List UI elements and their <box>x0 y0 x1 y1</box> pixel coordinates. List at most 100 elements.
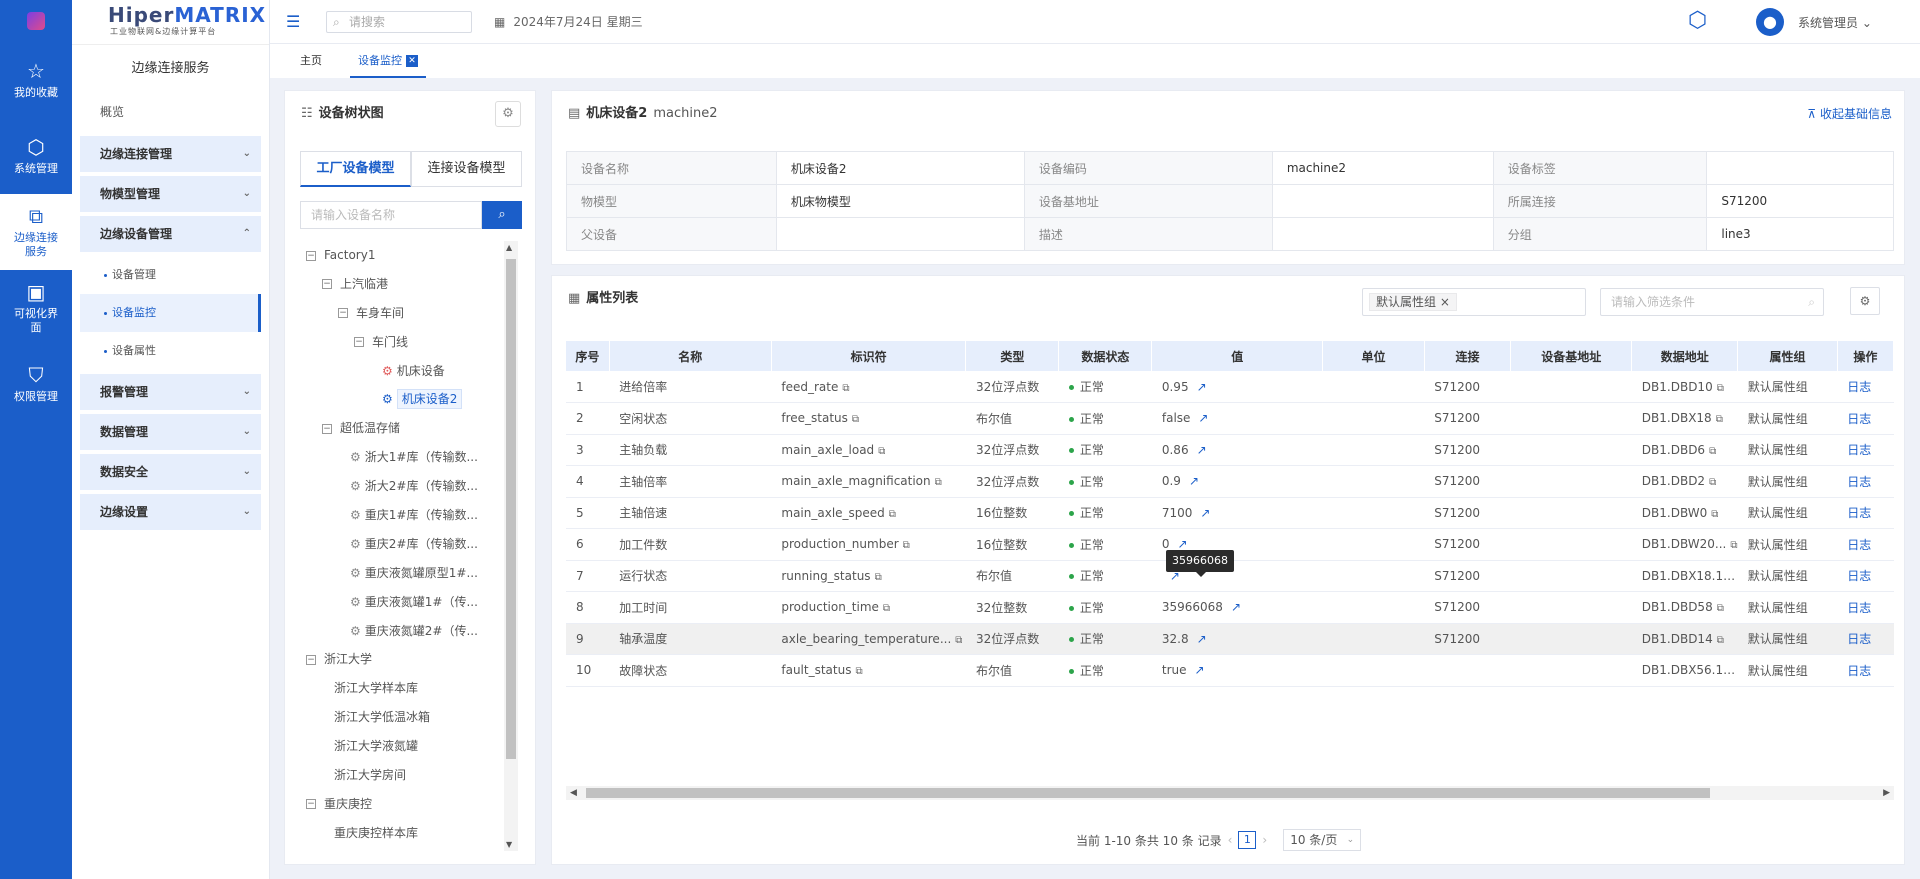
collapse-toggle-icon[interactable]: − <box>322 279 332 290</box>
cell-text[interactable]: 日志 <box>1847 443 1871 457</box>
trend-chart-icon[interactable]: ↗ <box>1197 380 1207 394</box>
trend-chart-icon[interactable]: ↗ <box>1197 632 1207 646</box>
tab-home[interactable]: 主页 <box>300 44 322 78</box>
cell-text[interactable]: 日志 <box>1847 601 1871 615</box>
copy-icon[interactable]: ⧉ <box>855 666 862 677</box>
copy-icon[interactable]: ⧉ <box>1717 635 1724 646</box>
copy-icon[interactable]: ⧉ <box>1730 540 1737 551</box>
cell-op[interactable]: 日志 <box>1837 465 1894 498</box>
column-header[interactable]: 单位 <box>1322 341 1425 371</box>
table-row[interactable]: 3 主轴负载 main_axle_load ⧉ 32位浮点数 正常 0.86 ↗ S71200 D… <box>566 434 1894 466</box>
scrollbar-thumb[interactable] <box>586 788 1710 798</box>
rail-item-edge-connect[interactable]: ⧉ 边缘连接服务 <box>0 194 72 270</box>
cell-op[interactable]: 日志 <box>1837 497 1894 529</box>
app-logo[interactable] <box>0 0 72 42</box>
rail-item-permission[interactable]: ⛉ 权限管理 <box>0 346 72 422</box>
scroll-up-icon[interactable]: ▲ <box>506 243 512 252</box>
page-size-select[interactable]: 10 条/页 ⌄ <box>1283 829 1362 851</box>
user-menu[interactable]: 系统管理员 ⌄ <box>1798 14 1872 31</box>
column-header[interactable]: 数据状态 <box>1058 341 1153 371</box>
tree-node[interactable]: − 车门线 <box>300 328 512 357</box>
rail-item-favorites[interactable]: ☆ 我的收藏 <box>0 42 72 118</box>
cell-op[interactable]: 日志 <box>1837 623 1894 655</box>
tree-node[interactable]: 重庆庚控样本库 <box>300 819 512 848</box>
tree-node[interactable]: ⚙ 重庆液氮罐2#（传... <box>300 617 512 646</box>
tab-factory-model[interactable]: 工厂设备模型 <box>300 151 411 187</box>
cell-op[interactable]: 日志 <box>1837 402 1894 435</box>
copy-icon[interactable]: ⧉ <box>1711 509 1718 520</box>
menu-group-edge-connection[interactable]: 边缘连接管理 ⌄ <box>80 136 261 172</box>
trend-chart-icon[interactable]: ↗ <box>1189 474 1199 488</box>
column-header[interactable]: 属性组 <box>1737 341 1838 371</box>
copy-icon[interactable]: ⧉ <box>1709 477 1716 488</box>
tree-node[interactable]: 浙江大学房间 <box>300 761 512 790</box>
copy-icon[interactable]: ⧉ <box>1709 446 1716 457</box>
column-header[interactable]: 连接 <box>1424 341 1512 371</box>
column-header[interactable]: 数据地址 <box>1631 341 1739 371</box>
collapse-toggle-icon[interactable]: − <box>306 654 316 665</box>
cell-text[interactable]: 日志 <box>1847 664 1871 678</box>
copy-icon[interactable]: ⧉ <box>875 572 882 583</box>
column-settings-button[interactable]: ⚙ <box>1850 287 1880 315</box>
copy-icon[interactable]: ⧉ <box>889 509 896 520</box>
copy-icon[interactable]: ⧉ <box>955 635 962 646</box>
menu-group-edge-settings[interactable]: 边缘设置 ⌄ <box>80 494 261 530</box>
cell-text[interactable]: 日志 <box>1847 538 1871 552</box>
cell-text[interactable]: 日志 <box>1847 412 1871 426</box>
copy-icon[interactable]: ⧉ <box>1716 414 1723 425</box>
table-row[interactable]: 2 空闲状态 free_status ⧉ 布尔值 正常 false ↗ S71200 DB1.DB… <box>566 402 1894 435</box>
scrollbar-thumb[interactable] <box>506 259 516 759</box>
trend-chart-icon[interactable]: ↗ <box>1197 443 1207 457</box>
avatar[interactable]: ● <box>1756 8 1784 36</box>
help-icon[interactable]: ⬡ <box>1688 8 1707 33</box>
tree-node[interactable]: 浙江大学低温冰箱 <box>300 703 512 732</box>
tree-node[interactable]: 浙江大学样本库 <box>300 674 512 703</box>
table-hscrollbar[interactable]: ◀ ▶ <box>566 786 1894 800</box>
menu-group-edge-device[interactable]: 边缘设备管理 ⌃ <box>80 216 261 252</box>
copy-icon[interactable]: ⧉ <box>1717 603 1724 614</box>
tree-scrollbar[interactable]: ▲ ▼ <box>504 241 518 851</box>
column-header[interactable]: 序号 <box>566 341 610 371</box>
tree-node[interactable]: − 重庆庚控 <box>300 790 512 819</box>
scroll-down-icon[interactable]: ▼ <box>506 840 512 849</box>
tree-node[interactable]: ⚙ 重庆液氮罐1#（传... <box>300 588 512 617</box>
menu-item-device-manage[interactable]: 设备管理 <box>72 256 269 294</box>
collapse-toggle-icon[interactable]: − <box>338 308 348 319</box>
menu-item-device-attr[interactable]: 设备属性 <box>72 332 269 370</box>
tree-node[interactable]: ⚙ 重庆2#库（传输数... <box>300 530 512 559</box>
copy-icon[interactable]: ⧉ <box>852 414 859 425</box>
trend-chart-icon[interactable]: ↗ <box>1231 600 1241 614</box>
scroll-right-icon[interactable]: ▶ <box>1883 786 1890 800</box>
tree-node[interactable]: ⚙ 机床设备 <box>300 357 512 386</box>
cell-text[interactable]: 日志 <box>1847 632 1871 646</box>
rail-item-visual[interactable]: ▣ 可视化界面 <box>0 270 72 346</box>
cell-op[interactable]: 日志 <box>1837 591 1894 624</box>
page-1[interactable]: 1 <box>1238 831 1257 849</box>
menu-group-security[interactable]: 数据安全 ⌄ <box>80 454 261 490</box>
cell-op[interactable]: 日志 <box>1837 528 1894 561</box>
table-row[interactable]: 10 故障状态 fault_status ⧉ 布尔值 正常 true ↗ DB1.DBX56.1… <box>566 654 1894 687</box>
tree-node[interactable]: − 上汽临港 <box>300 270 512 299</box>
tree-node[interactable]: ⚙ 浙大2#库（传输数... <box>300 472 512 501</box>
trend-chart-icon[interactable]: ↗ <box>1195 663 1205 677</box>
header-search-input[interactable]: ⌕ 请搜索 <box>326 11 472 33</box>
column-header[interactable]: 名称 <box>609 341 772 371</box>
cell-text[interactable]: 日志 <box>1847 380 1871 394</box>
copy-icon[interactable]: ⧉ <box>878 446 885 457</box>
cell-op[interactable]: 日志 <box>1837 434 1894 466</box>
cell-text[interactable]: 日志 <box>1847 569 1871 583</box>
collapse-toggle-icon[interactable]: − <box>306 799 316 810</box>
tree-node[interactable]: − 浙江大学 <box>300 645 512 674</box>
scroll-left-icon[interactable]: ◀ <box>570 786 577 800</box>
copy-icon[interactable]: ⧉ <box>883 603 890 614</box>
attribute-filter-input[interactable]: 请输入筛选条件 ⌕ <box>1600 288 1824 316</box>
copy-icon[interactable]: ⧉ <box>842 383 849 394</box>
menu-item-device-monitor[interactable]: 设备监控 <box>80 294 261 332</box>
tree-node[interactable]: ⚙ 浙大1#库（传输数... <box>300 443 512 472</box>
prev-page-button[interactable]: ‹ <box>1228 833 1233 847</box>
table-row[interactable]: 9 轴承温度 axle_bearing_temperature... ⧉ 32位浮点数正… <box>566 623 1894 655</box>
menu-item-overview[interactable]: 概览 <box>72 92 269 132</box>
menu-group-thing-model[interactable]: 物模型管理 ⌄ <box>80 176 261 212</box>
tree-node[interactable]: − Factory1 <box>300 241 512 270</box>
cell-op[interactable]: 日志 <box>1837 371 1894 403</box>
